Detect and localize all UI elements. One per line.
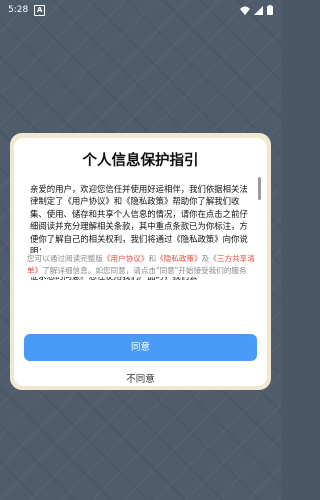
agree-button[interactable]: 同意 xyxy=(24,334,257,361)
dialog-title: 个人信息保护指引 xyxy=(82,153,199,169)
status-bar: 5:28 A xyxy=(0,0,281,20)
app-notification-icon: A xyxy=(34,4,46,16)
status-right xyxy=(240,5,273,15)
user-agreement-link[interactable]: 《用户协议》 xyxy=(103,254,149,263)
signal-icon xyxy=(254,5,263,15)
content-scrollbar[interactable] xyxy=(258,177,261,200)
battery-icon xyxy=(267,5,273,15)
content-paragraph: 亲爱的用户，欢迎您信任并使用好运相伴，我们依据相关法律制定了《用户协议》和《隐私… xyxy=(30,184,248,257)
notice-suffix: 了解详细信息。如您同意，请点击"同意"开始接受我们的服务 xyxy=(42,266,247,275)
notice-prefix: 您可以通过阅读完整版 xyxy=(27,254,103,263)
privacy-policy-link[interactable]: 《隐私政策》 xyxy=(156,254,202,263)
privacy-content[interactable]: 亲爱的用户，欢迎您信任并使用好运相伴，我们依据相关法律制定了《用户协议》和《隐私… xyxy=(30,183,255,320)
wifi-icon xyxy=(240,6,250,15)
status-left: 5:28 A xyxy=(8,4,46,16)
disagree-button[interactable]: 不同意 xyxy=(0,371,281,385)
agreement-notice: 您可以通过阅读完整版《用户协议》和《隐私政策》及《三方共享清单》了解详细信息。如… xyxy=(27,253,259,277)
notice-and: 和 xyxy=(148,254,157,263)
status-time: 5:28 xyxy=(8,5,29,15)
